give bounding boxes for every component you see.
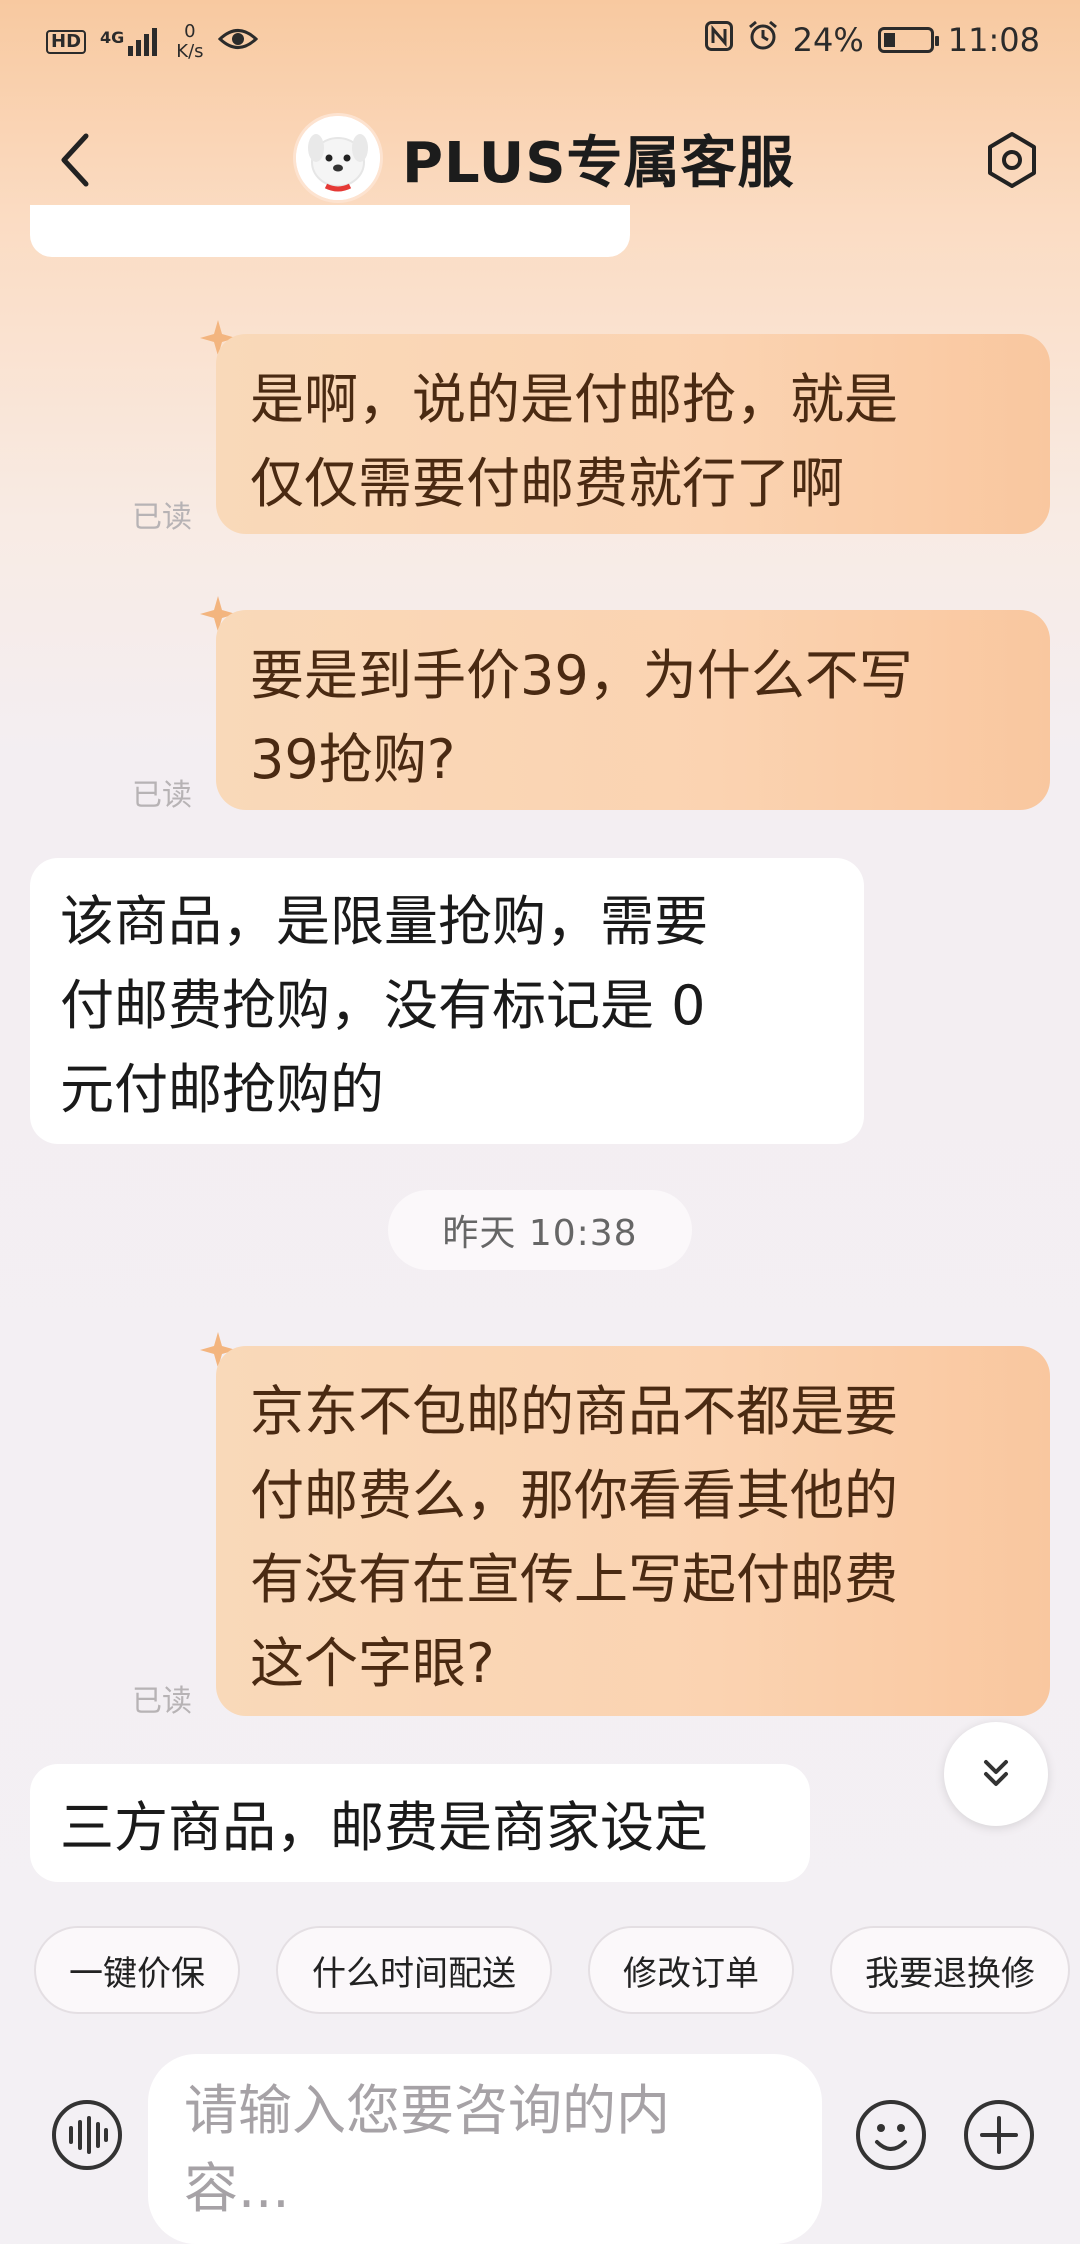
message-line: 付邮费抢购，没有标记是 0 [60, 974, 706, 1037]
agent-message[interactable]: 该商品，是限量抢购，需要 付邮费抢购，没有标记是 0 元付邮抢购的 [30, 858, 864, 1144]
time-divider: 昨天 10:38 [388, 1190, 692, 1270]
agent-message[interactable]: 三方商品，邮费是商家设定 [30, 1764, 810, 1882]
input-bar: 请输入您要咨询的内 容... [0, 2040, 1080, 2244]
message-line: 仅仅需要付邮费就行了啊 [250, 452, 844, 515]
clock: 11:08 [947, 21, 1040, 59]
voice-button[interactable] [50, 2098, 124, 2172]
message-line: 39抢购? [250, 728, 456, 791]
network-gen-label: 4G [100, 28, 125, 47]
user-message[interactable]: 要是到手价39，为什么不写 39抢购? [216, 610, 1050, 810]
net-speed-value: 0 [184, 21, 196, 42]
hd-badge: HD [46, 30, 87, 54]
message-line: 京东不包邮的商品不都是要 [250, 1380, 898, 1443]
status-bar: HD 4G 0 K/s 24% 11:08 [0, 0, 1080, 90]
page-title: PLUS专属客服 [402, 130, 795, 196]
back-button[interactable] [48, 130, 108, 190]
plus-icon [964, 2100, 1034, 2170]
settings-hexagon-icon [988, 132, 1036, 188]
back-arrow-icon [61, 133, 89, 187]
battery-percent: 24% [792, 21, 864, 59]
double-chevron-down-icon [984, 1760, 1008, 1786]
emoji-icon [856, 2100, 926, 2170]
input-placeholder: 请输入您要咨询的内 [184, 2079, 670, 2142]
net-speed: 0 K/s [176, 22, 203, 62]
plus-button[interactable] [962, 2098, 1036, 2172]
message-line: 是啊，说的是付邮抢，就是 [250, 368, 898, 431]
read-status: 已读 [132, 500, 192, 535]
user-message[interactable]: 京东不包邮的商品不都是要 付邮费么，那你看看其他的 有没有在宣传上写起付邮费 这… [216, 1346, 1050, 1716]
signal-icon: 4G [100, 28, 162, 56]
eye-icon [217, 26, 258, 58]
message-line: 该商品，是限量抢购，需要 [60, 890, 708, 953]
read-status: 已读 [132, 1684, 192, 1719]
message-input[interactable]: 请输入您要咨询的内 容... [148, 2054, 822, 2244]
quick-reply-button[interactable]: 我要退换修 [830, 1926, 1070, 2014]
quick-reply-button[interactable]: 修改订单 [588, 1926, 794, 2014]
user-message[interactable]: 是啊，说的是付邮抢，就是 仅仅需要付邮费就行了啊 [216, 334, 1050, 534]
avatar[interactable] [296, 116, 380, 200]
message-line: 要是到手价39，为什么不写 [250, 644, 913, 707]
alarm-icon [747, 20, 779, 60]
quick-reply-row: 一键价保 什么时间配送 修改订单 我要退换修 [34, 1926, 1070, 2014]
input-placeholder: 容... [184, 2157, 290, 2220]
net-speed-unit: K/s [176, 41, 204, 62]
status-right: 24% 11:08 [704, 20, 1040, 60]
status-left: HD 4G 0 K/s [46, 22, 258, 62]
emoji-button[interactable] [854, 2098, 928, 2172]
battery-icon [877, 27, 939, 53]
message-line: 有没有在宣传上写起付邮费 [250, 1548, 898, 1611]
nfc-icon [704, 21, 733, 59]
read-status: 已读 [132, 778, 192, 813]
quick-reply-button[interactable]: 一键价保 [34, 1926, 240, 2014]
title-wrap: PLUS专属客服 [296, 116, 795, 200]
voice-wave-icon [52, 2100, 122, 2170]
settings-button[interactable] [980, 128, 1044, 192]
quick-reply-button[interactable]: 什么时间配送 [276, 1926, 552, 2014]
message-line: 元付邮抢购的 [60, 1058, 384, 1121]
chat-header: PLUS专属客服 [0, 100, 1080, 220]
message-line: 付邮费么，那你看看其他的 [250, 1464, 898, 1527]
scroll-to-bottom-button[interactable] [944, 1722, 1048, 1826]
message-line: 三方商品，邮费是商家设定 [60, 1796, 708, 1859]
message-line: 这个字眼? [250, 1632, 495, 1695]
previous-message-bubble [30, 205, 630, 257]
